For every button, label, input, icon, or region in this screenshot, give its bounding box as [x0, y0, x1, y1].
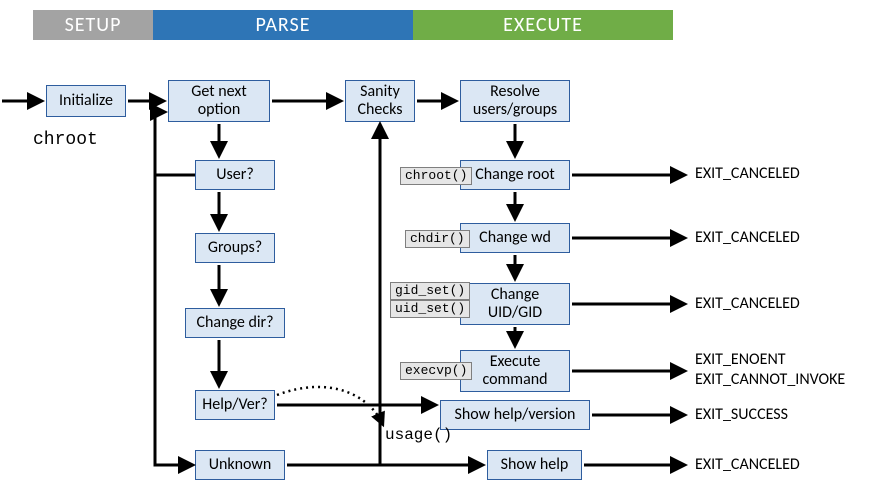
- phase-execute: EXECUTE: [413, 10, 673, 40]
- node-get-next-option: Get next option: [168, 80, 270, 122]
- syscall-execvp: execvp(): [400, 362, 472, 380]
- syscall-chdir: chdir(): [405, 230, 470, 248]
- node-change-root: Change root: [460, 160, 570, 190]
- node-initialize: Initialize: [46, 85, 126, 117]
- syscall-uid-set: uid_set(): [390, 300, 470, 318]
- node-unknown: Unknown: [195, 450, 285, 480]
- exit-show-help: EXIT_CANCELED: [695, 455, 800, 475]
- node-show-help: Show help: [487, 450, 582, 480]
- node-user-q: User?: [195, 160, 275, 190]
- exit-show-help-version: EXIT_SUCCESS: [695, 405, 788, 425]
- usage-label: usage(): [385, 425, 452, 445]
- node-groups-q: Groups?: [195, 233, 275, 263]
- node-sanity-checks: Sanity Checks: [345, 80, 415, 122]
- node-helpver-q: Help/Ver?: [195, 390, 275, 420]
- exit-change-wd: EXIT_CANCELED: [695, 228, 800, 248]
- node-change-uidgid: Change UID/GID: [460, 283, 570, 325]
- node-changedir-q: Change dir?: [185, 308, 285, 338]
- exit-change-uidgid: EXIT_CANCELED: [695, 294, 800, 314]
- node-execute-command: Execute command: [460, 350, 570, 392]
- phase-setup: SETUP: [33, 10, 153, 40]
- phase-banner: SETUP PARSE EXECUTE: [33, 10, 673, 40]
- phase-parse: PARSE: [153, 10, 413, 40]
- program-name: chroot: [33, 130, 98, 150]
- exit-execute-command: EXIT_ENOENT EXIT_CANNOT_INVOKE: [695, 350, 845, 390]
- exit-change-root: EXIT_CANCELED: [695, 164, 800, 184]
- node-resolve-users-groups: Resolve users/groups: [460, 80, 570, 122]
- diagram-canvas: SETUP PARSE EXECUTE chroot Initialize Ge…: [0, 0, 880, 500]
- node-show-help-version: Show help/version: [440, 400, 590, 430]
- syscall-chroot: chroot(): [400, 167, 472, 185]
- node-change-wd: Change wd: [460, 223, 570, 253]
- syscall-gid-set: gid_set(): [390, 282, 470, 300]
